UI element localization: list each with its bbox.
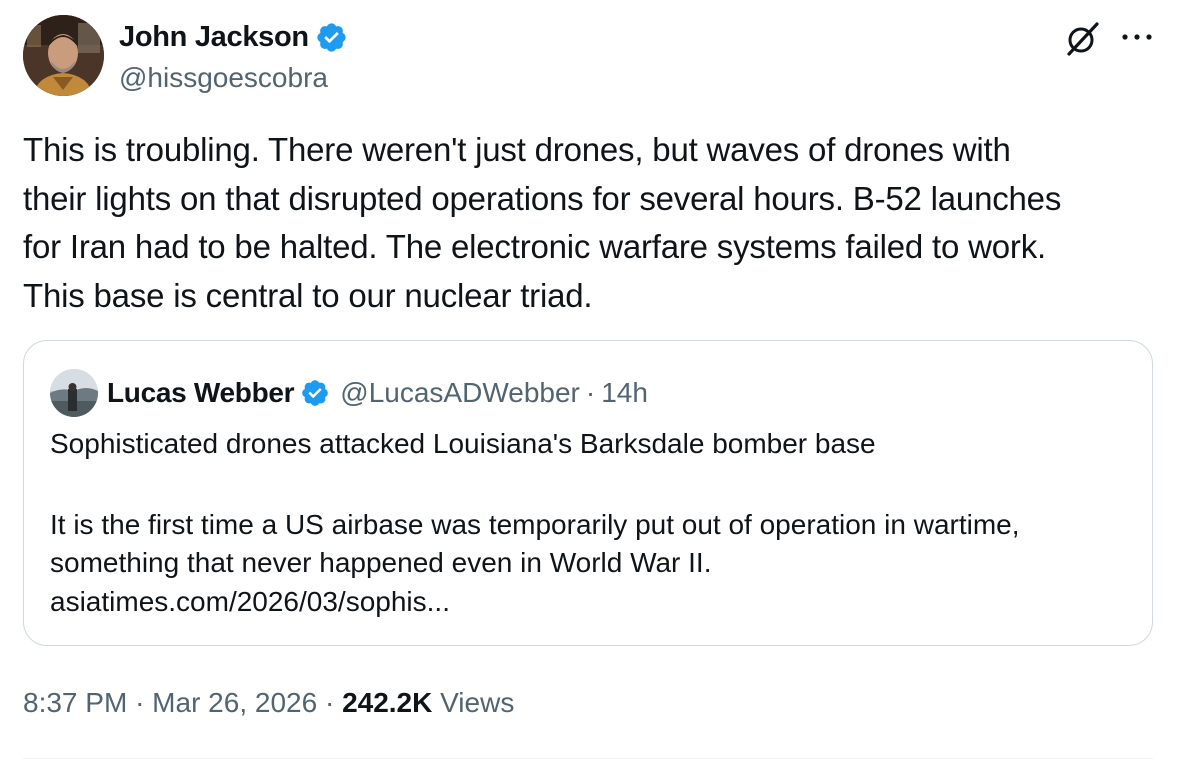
divider (23, 758, 1153, 759)
quoted-text-line: Sophisticated drones attacked Louisiana'… (50, 428, 876, 459)
verified-badge-icon (317, 22, 346, 52)
views-count: 242.2K (342, 687, 433, 718)
author-avatar[interactable] (23, 15, 104, 96)
more-icon[interactable] (1120, 28, 1154, 46)
quoted-author-avatar[interactable] (50, 369, 98, 417)
quoted-timestamp[interactable]: 14h (601, 377, 648, 409)
tweet-meta: 8:37 PM · Mar 26, 2026 · 242.2K Views (23, 683, 514, 723)
author-name-row[interactable]: John Jackson (119, 18, 348, 56)
tweet: John Jackson @hissgoescobra This is trou… (0, 0, 1188, 762)
quoted-text-line: something that never happened even in Wo… (50, 547, 712, 578)
tweet-text-line: This base is central to our nuclear tria… (23, 276, 593, 314)
views-label: Views (440, 687, 515, 718)
tweet-text-line: This is troubling. There weren't just dr… (23, 131, 1011, 168)
author-display-name[interactable]: John Jackson (119, 21, 309, 54)
quoted-separator: · (585, 377, 596, 408)
meta-separator: · (324, 687, 335, 718)
quoted-text-line: It is the first time a US airbase was te… (50, 508, 1020, 540)
tweet-text-line: their lights on that disrupted operation… (23, 179, 1062, 217)
quoted-text: Sophisticated drones attacked Louisiana'… (50, 425, 1140, 621)
quoted-display-name[interactable]: Lucas Webber (107, 377, 295, 409)
tweet-date[interactable]: Mar 26, 2026 (152, 687, 317, 718)
tweet-text-line: for Iran had to be halted. The electroni… (23, 228, 1046, 265)
quoted-header: Lucas Webber @LucasADWebber · 14h (107, 373, 648, 413)
quoted-link[interactable]: asiatimes.com/2026/03/sophis... (50, 583, 1140, 622)
meta-separator: · (135, 687, 145, 718)
quoted-handle[interactable]: @LucasADWebber (340, 377, 580, 409)
grok-icon[interactable] (1064, 20, 1102, 58)
quoted-tweet-card[interactable]: Lucas Webber @LucasADWebber · 14h Sophis… (23, 340, 1153, 646)
tweet-time[interactable]: 8:37 PM (23, 687, 127, 718)
tweet-text: This is troubling. There weren't just dr… (23, 126, 1163, 320)
verified-badge-icon (302, 380, 329, 406)
author-handle[interactable]: @hissgoescobra (119, 60, 328, 96)
